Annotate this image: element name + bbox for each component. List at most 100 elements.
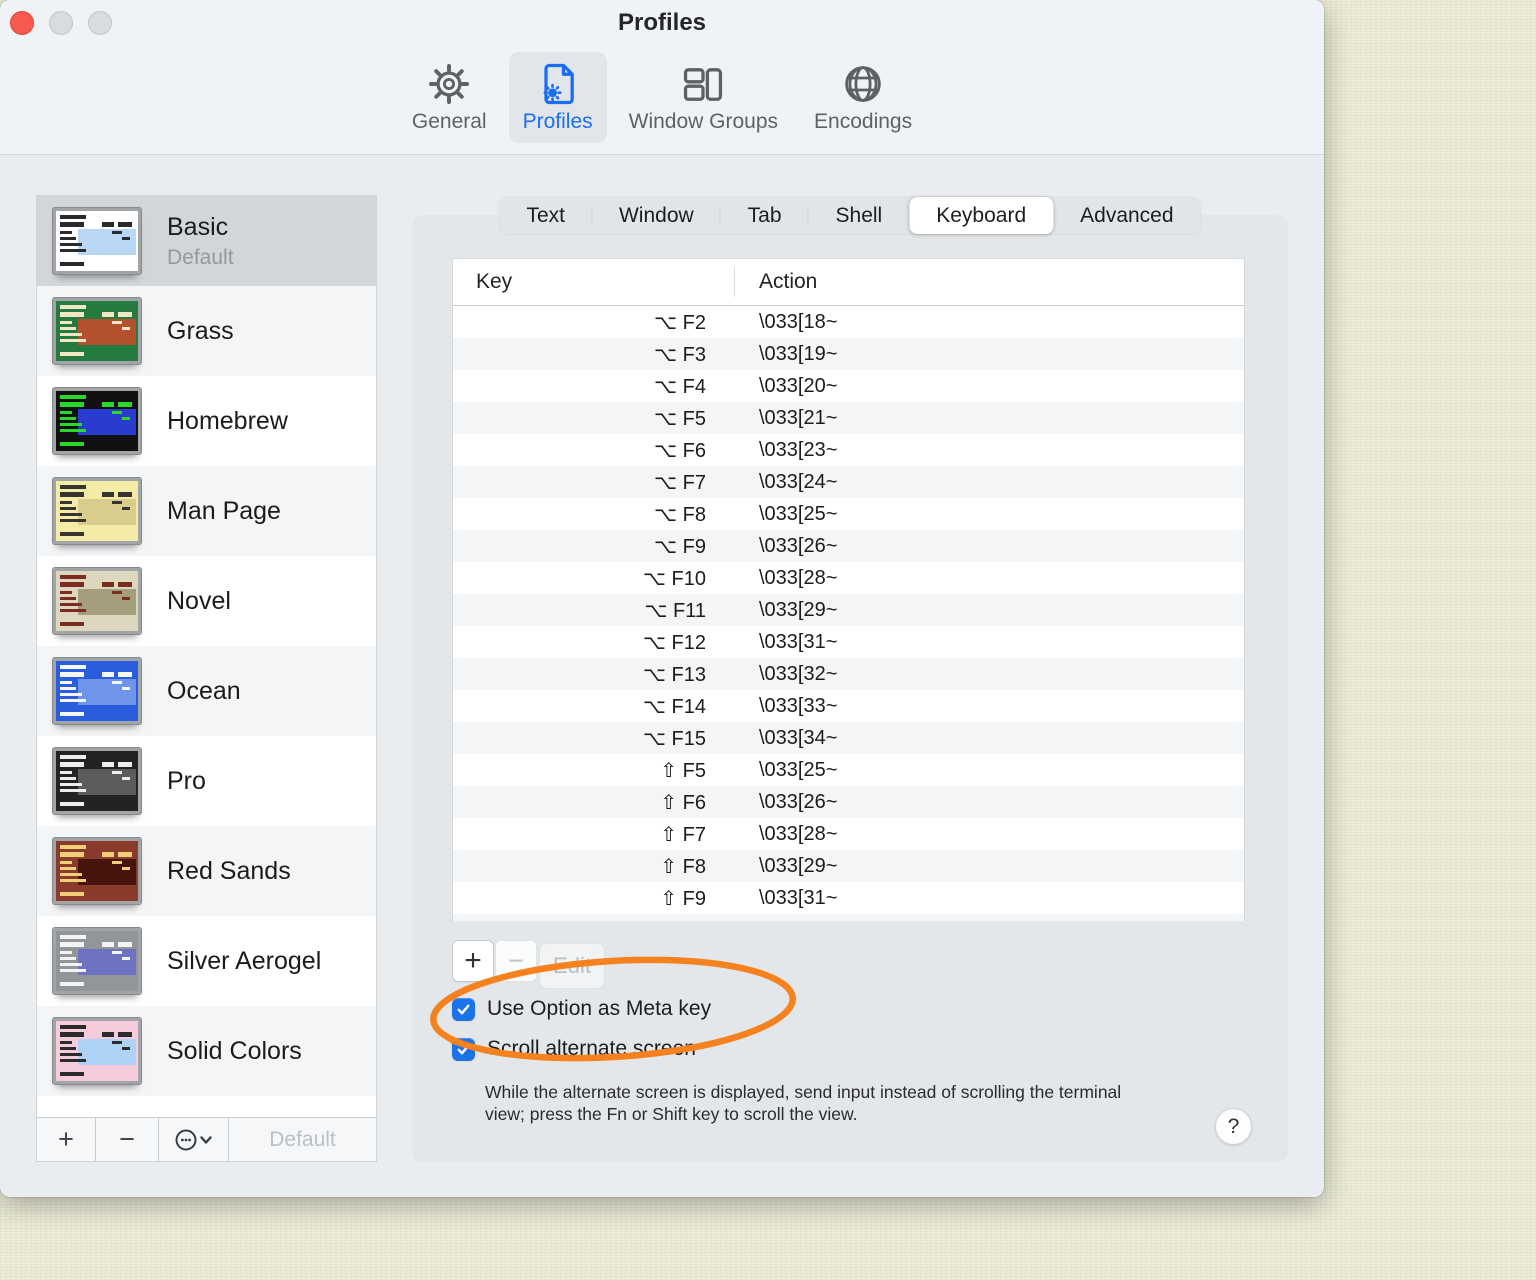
profile-row-basic[interactable]: Basic Default — [37, 196, 376, 286]
profile-thumbnail — [52, 567, 142, 635]
profile-row-man-page[interactable]: Man Page — [37, 466, 376, 556]
window-chrome: Profiles General Profiles Window Groups … — [0, 0, 1324, 155]
table-row[interactable]: ⌥ F15 \033[34~ — [453, 722, 1244, 754]
alternate-screen-help-text: While the alternate screen is displayed,… — [485, 1082, 1122, 1124]
key-cell: ⌥ F11 — [644, 599, 706, 622]
action-cell: \033[25~ — [759, 758, 838, 781]
checkbox-label: Scroll alternate screen — [487, 1037, 696, 1060]
table-row[interactable]: ⌥ F11 \033[29~ — [453, 594, 1244, 626]
table-body: ⌥ F2 \033[18~ ⌥ F3 \033[19~ ⌥ F4 \033[20~ ⌥… — [453, 306, 1244, 921]
key-cell: ⌥ F13 — [642, 663, 706, 686]
set-default-button[interactable]: Default — [229, 1118, 376, 1161]
action-cell: \033[31~ — [759, 630, 838, 653]
add-key-button[interactable]: + — [452, 940, 494, 982]
window-groups-icon — [684, 68, 723, 101]
table-row[interactable]: ⌥ F12 \033[31~ — [453, 626, 1244, 658]
key-column-header[interactable]: Key — [453, 270, 512, 294]
action-cell: \033[19~ — [759, 342, 838, 365]
ellipsis-circle-chevron-icon — [175, 1129, 212, 1150]
profile-thumbnail — [52, 297, 142, 365]
action-cell: \033[18~ — [759, 310, 838, 333]
action-cell: \033[28~ — [759, 566, 838, 589]
tab-text[interactable]: Text — [499, 197, 592, 234]
table-row[interactable]: ⌥ F5 \033[21~ — [453, 402, 1244, 434]
table-header: Key Action — [453, 259, 1244, 306]
help-button[interactable]: ? — [1215, 1108, 1252, 1145]
profile-thumbnail — [52, 837, 142, 905]
toolbar-label: Profiles — [522, 110, 593, 133]
table-row[interactable]: ⇧ F5 \033[25~ — [453, 754, 1244, 786]
key-cell: ⇧ F6 — [660, 791, 706, 814]
profile-row-novel[interactable]: Novel — [37, 556, 376, 646]
table-controls: + − Edit — [452, 940, 605, 989]
action-cell: \033[25~ — [759, 502, 838, 525]
table-row[interactable]: ⇧ F9 \033[31~ — [453, 882, 1244, 914]
edit-key-button[interactable]: Edit — [539, 943, 605, 989]
partial-row — [453, 914, 1244, 921]
profile-name: Silver Aerogel — [167, 946, 322, 975]
toolbar-item-window-groups[interactable]: Window Groups — [615, 52, 792, 143]
scroll-alternate-checkbox-row: Scroll alternate screen — [452, 1037, 696, 1061]
table-row[interactable]: ⌥ F2 \033[18~ — [453, 306, 1244, 338]
table-row[interactable]: ⌥ F8 \033[25~ — [453, 498, 1244, 530]
key-cell: ⌥ F8 — [654, 503, 706, 526]
table-row[interactable]: ⌥ F4 \033[20~ — [453, 370, 1244, 402]
profile-row-ocean[interactable]: Ocean — [37, 646, 376, 736]
table-row[interactable]: ⌥ F13 \033[32~ — [453, 658, 1244, 690]
toolbar-item-general[interactable]: General — [398, 52, 501, 143]
table-row[interactable]: ⇧ F8 \033[29~ — [453, 850, 1244, 882]
table-row[interactable]: ⌥ F10 \033[28~ — [453, 562, 1244, 594]
profile-row-silver-aerogel[interactable]: Silver Aerogel — [37, 916, 376, 1006]
checkmark-icon — [457, 1004, 470, 1014]
toolbar-item-profiles[interactable]: Profiles — [508, 52, 607, 143]
toolbar-item-encodings[interactable]: Encodings — [800, 52, 926, 143]
action-cell: \033[26~ — [759, 534, 838, 557]
profile-thumbnail — [52, 477, 142, 545]
profile-row-grass[interactable]: Grass — [37, 286, 376, 376]
add-profile-button[interactable]: + — [37, 1118, 96, 1161]
key-cell: ⌥ F14 — [642, 695, 706, 718]
table-row[interactable]: ⇧ F7 \033[28~ — [453, 818, 1244, 850]
profile-row-pro[interactable]: Pro — [37, 736, 376, 826]
profile-row-solid-colors[interactable]: Solid Colors — [37, 1006, 376, 1096]
use-option-as-meta-checkbox[interactable] — [452, 997, 475, 1021]
profile-thumbnail — [52, 657, 142, 725]
action-column-header[interactable]: Action — [759, 270, 817, 294]
scroll-alternate-screen-checkbox[interactable] — [452, 1037, 475, 1061]
remove-profile-button[interactable]: − — [96, 1118, 159, 1161]
table-row[interactable]: ⌥ F9 \033[26~ — [453, 530, 1244, 562]
profile-tabbar: Text Window Tab Shell Keyboard Advanced — [499, 197, 1201, 234]
table-row[interactable]: ⌥ F6 \033[23~ — [453, 434, 1244, 466]
remove-key-button[interactable]: − — [495, 940, 537, 982]
profile-name: Ocean — [167, 676, 241, 705]
tab-keyboard[interactable]: Keyboard — [909, 197, 1054, 234]
key-cell: ⌥ F5 — [654, 407, 706, 430]
window-title: Profiles — [617, 9, 707, 36]
profile-thumbnail — [52, 747, 142, 815]
profile-name: Homebrew — [167, 406, 288, 435]
action-cell: \033[23~ — [759, 438, 838, 461]
table-row[interactable]: ⌥ F14 \033[33~ — [453, 690, 1244, 722]
profile-row-red-sands[interactable]: Red Sands — [37, 826, 376, 916]
checkbox-label: Use Option as Meta key — [487, 997, 712, 1020]
tab-window[interactable]: Window — [592, 197, 721, 234]
tab-shell[interactable]: Shell — [809, 197, 910, 234]
action-cell: \033[21~ — [759, 406, 838, 429]
tab-tab[interactable]: Tab — [721, 197, 809, 234]
table-row[interactable]: ⌥ F3 \033[19~ — [453, 338, 1244, 370]
table-row[interactable]: ⌥ F7 \033[24~ — [453, 466, 1244, 498]
key-cell: ⌥ F12 — [642, 631, 706, 654]
key-cell: ⇧ F7 — [660, 823, 706, 846]
table-row[interactable]: ⇧ F6 \033[26~ — [453, 786, 1244, 818]
key-cell: ⇧ F5 — [660, 759, 706, 782]
profile-name: Basic — [167, 212, 229, 241]
column-divider[interactable] — [734, 267, 735, 297]
profile-actions-menu-button[interactable] — [159, 1118, 229, 1161]
profile-sidebar: Basic Default Grass Homebrew Man Page No… — [36, 195, 377, 1162]
profile-row-homebrew[interactable]: Homebrew — [37, 376, 376, 466]
key-cell: ⇧ F9 — [660, 887, 706, 910]
profile-thumbnail — [52, 1017, 142, 1085]
profile-thumbnail — [52, 207, 142, 275]
tab-advanced[interactable]: Advanced — [1053, 197, 1200, 234]
profile-name: Man Page — [167, 496, 281, 525]
